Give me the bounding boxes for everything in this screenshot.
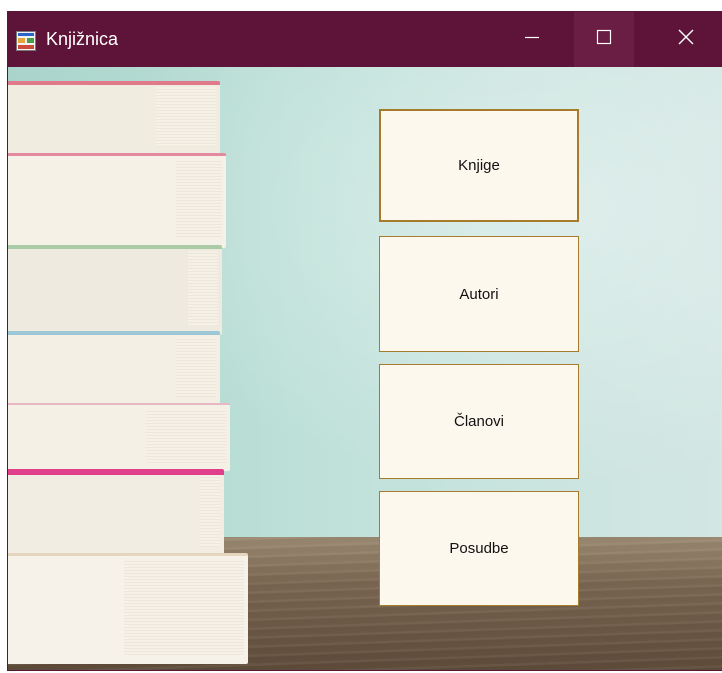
close-button[interactable] bbox=[656, 12, 716, 67]
form-background bbox=[8, 67, 722, 670]
book bbox=[8, 403, 230, 471]
title-bar[interactable]: Knjižnica bbox=[8, 12, 722, 67]
book bbox=[8, 469, 224, 565]
maximize-button[interactable] bbox=[574, 12, 634, 67]
minimize-button[interactable] bbox=[502, 12, 562, 67]
book bbox=[8, 553, 248, 664]
window-title: Knjižnica bbox=[46, 29, 119, 49]
app-window: Knjižnica Knjige Autori Članovi Posudbe bbox=[8, 12, 722, 670]
knjige-button[interactable]: Knjige bbox=[379, 109, 579, 222]
close-icon bbox=[677, 28, 695, 51]
book bbox=[8, 81, 220, 157]
minimize-icon bbox=[524, 29, 540, 50]
posudbe-label: Posudbe bbox=[449, 540, 509, 557]
clanovi-button[interactable]: Članovi bbox=[379, 364, 579, 479]
maximize-icon bbox=[596, 29, 612, 50]
book bbox=[8, 331, 220, 407]
knjige-label: Knjige bbox=[458, 157, 500, 174]
clanovi-label: Članovi bbox=[453, 413, 505, 430]
book bbox=[8, 153, 226, 248]
app-form-icon bbox=[16, 31, 36, 51]
autori-label: Autori bbox=[459, 285, 499, 303]
book bbox=[8, 245, 222, 335]
posudbe-button[interactable]: Posudbe bbox=[379, 491, 579, 606]
book-stack-image bbox=[8, 67, 268, 670]
autori-button[interactable]: Autori bbox=[379, 236, 579, 352]
